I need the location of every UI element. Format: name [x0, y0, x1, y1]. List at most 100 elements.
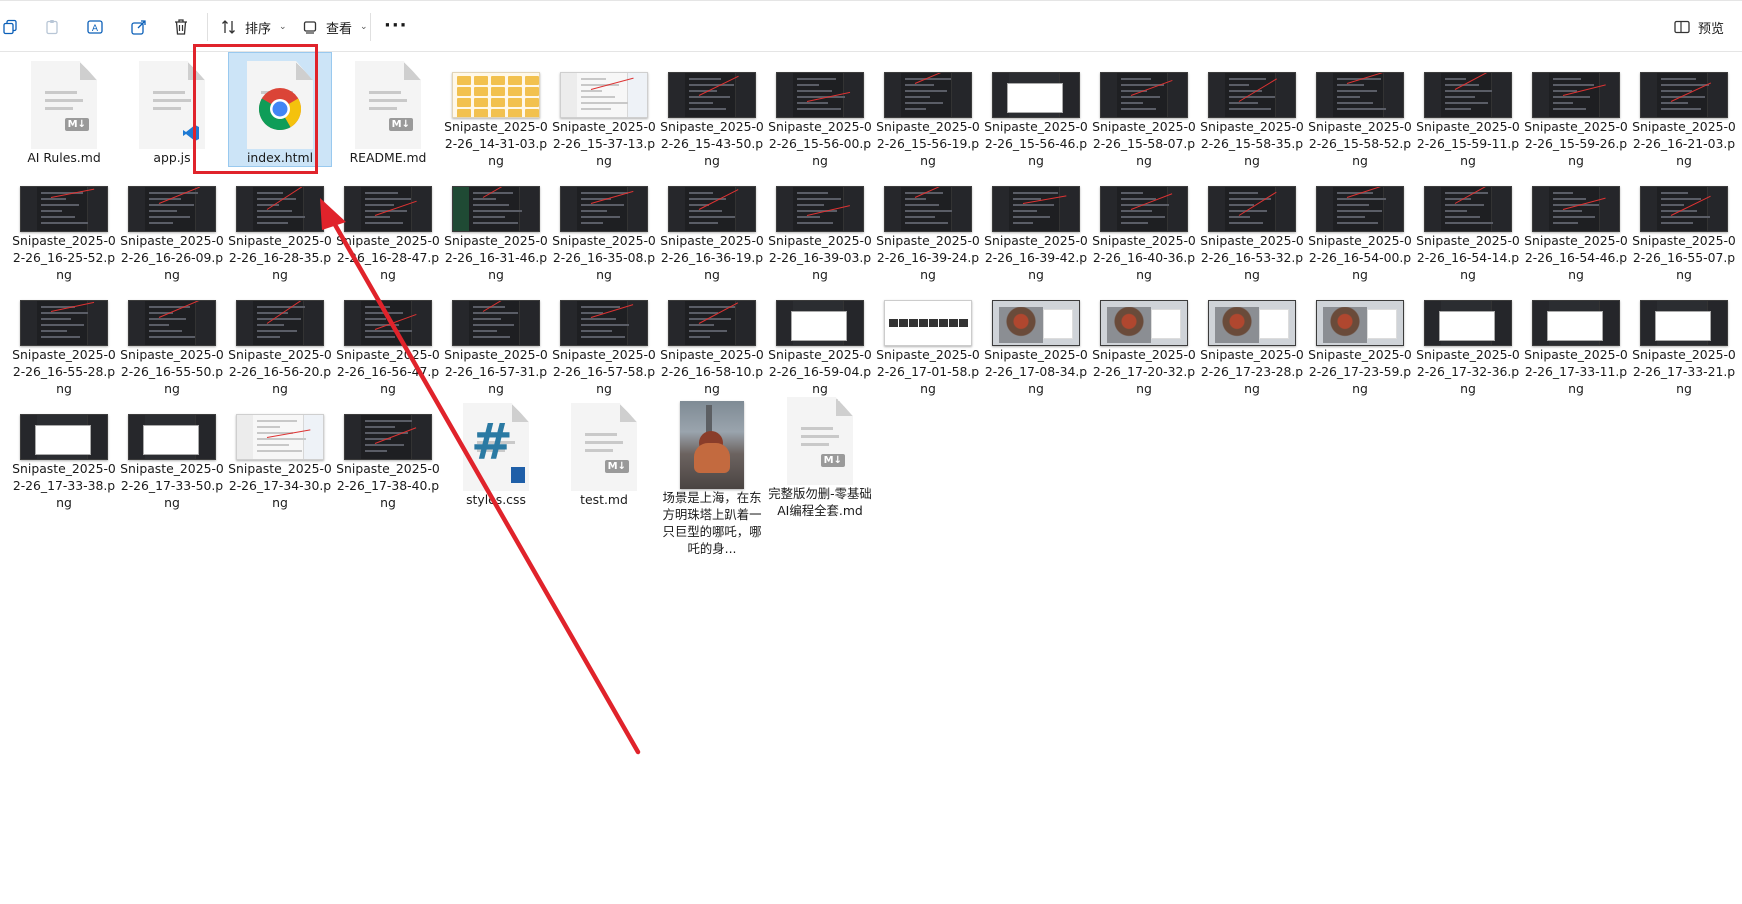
file-item[interactable]: Snipaste_2025-02-26_17-33-50.png [118, 397, 226, 511]
file-item[interactable]: Snipaste_2025-02-26_16-55-28.png [10, 283, 118, 397]
file-name: Snipaste_2025-02-26_17-33-38.png [12, 461, 116, 510]
file-item[interactable]: Snipaste_2025-02-26_16-56-20.png [226, 283, 334, 397]
file-item[interactable]: Snipaste_2025-02-26_16-40-36.png [1090, 169, 1198, 283]
share-icon[interactable] [130, 13, 148, 41]
file-item[interactable]: Snipaste_2025-02-26_15-59-26.png [1522, 55, 1630, 169]
file-item[interactable]: Snipaste_2025-02-26_16-39-42.png [982, 169, 1090, 283]
more-options-button[interactable]: ··· [384, 15, 408, 36]
file-name: Snipaste_2025-02-26_16-55-07.png [1632, 233, 1736, 282]
file-item[interactable]: Snipaste_2025-02-26_16-39-24.png [874, 169, 982, 283]
toolbar-divider [207, 13, 208, 41]
image-thumbnail [1640, 72, 1728, 118]
sort-icon [219, 17, 239, 37]
file-name: Snipaste_2025-02-26_15-58-35.png [1200, 119, 1304, 168]
file-item[interactable]: Snipaste_2025-02-26_15-37-13.png [550, 55, 658, 169]
file-name: Snipaste_2025-02-26_16-54-14.png [1416, 233, 1520, 282]
image-thumbnail [1208, 72, 1296, 118]
rename-icon[interactable]: A [86, 13, 104, 41]
image-thumbnail [20, 414, 108, 460]
file-item[interactable]: Snipaste_2025-02-26_17-23-28.png [1198, 283, 1306, 397]
file-item[interactable]: Snipaste_2025-02-26_15-56-19.png [874, 55, 982, 169]
file-item[interactable]: Snipaste_2025-02-26_17-33-11.png [1522, 283, 1630, 397]
file-item[interactable]: Snipaste_2025-02-26_17-01-58.png [874, 283, 982, 397]
image-thumbnail [236, 414, 324, 460]
file-item[interactable]: Snipaste_2025-02-26_16-56-47.png [334, 283, 442, 397]
file-item[interactable]: Snipaste_2025-02-26_16-54-14.png [1414, 169, 1522, 283]
image-thumbnail [128, 414, 216, 460]
image-thumbnail [344, 414, 432, 460]
vscode-file-icon [139, 61, 205, 149]
file-name: Snipaste_2025-02-26_15-56-46.png [984, 119, 1088, 168]
file-item[interactable]: 场景是上海，在东方明珠塔上趴着一只巨型的哪吒，哪吒的身... [658, 397, 766, 557]
file-item[interactable]: Snipaste_2025-02-26_16-55-50.png [118, 283, 226, 397]
markdown-file-icon: M↓ [787, 397, 853, 485]
file-item[interactable]: M↓ AI Rules.md [10, 55, 118, 169]
file-item[interactable]: Snipaste_2025-02-26_16-54-46.png [1522, 169, 1630, 283]
image-thumbnail [884, 300, 972, 346]
file-item[interactable]: M↓ 完整版勿删-零基础AI编程全套.md [766, 397, 874, 518]
file-item[interactable]: Snipaste_2025-02-26_16-59-04.png [766, 283, 874, 397]
file-name: Snipaste_2025-02-26_16-57-58.png [552, 347, 656, 396]
file-item[interactable]: Snipaste_2025-02-26_15-56-46.png [982, 55, 1090, 169]
file-name: 完整版勿删-零基础AI编程全套.md [768, 486, 872, 518]
file-name: Snipaste_2025-02-26_16-36-19.png [660, 233, 764, 282]
sort-label: 排序 [245, 21, 272, 37]
file-item[interactable]: index.html [226, 52, 334, 169]
file-item[interactable]: Snipaste_2025-02-26_15-59-11.png [1414, 55, 1522, 169]
file-item[interactable]: Snipaste_2025-02-26_16-31-46.png [442, 169, 550, 283]
image-thumbnail [1424, 186, 1512, 232]
paste-icon[interactable] [44, 13, 60, 41]
file-item[interactable]: Snipaste_2025-02-26_17-38-40.png [334, 397, 442, 511]
file-item[interactable]: Snipaste_2025-02-26_16-36-19.png [658, 169, 766, 283]
file-item[interactable]: Snipaste_2025-02-26_15-58-35.png [1198, 55, 1306, 169]
file-item[interactable]: Snipaste_2025-02-26_15-43-50.png [658, 55, 766, 169]
file-item[interactable]: Snipaste_2025-02-26_17-20-32.png [1090, 283, 1198, 397]
file-name: Snipaste_2025-02-26_17-32-36.png [1416, 347, 1520, 396]
view-button[interactable]: 查看 ⌄ [300, 13, 368, 41]
file-item[interactable]: Snipaste_2025-02-26_16-26-09.png [118, 169, 226, 283]
file-item[interactable]: Snipaste_2025-02-26_15-58-52.png [1306, 55, 1414, 169]
file-item[interactable]: Snipaste_2025-02-26_16-54-00.png [1306, 169, 1414, 283]
file-item[interactable]: M↓ README.md [334, 55, 442, 169]
file-item[interactable]: Snipaste_2025-02-26_16-53-32.png [1198, 169, 1306, 283]
file-item[interactable]: Snipaste_2025-02-26_16-21-03.png [1630, 55, 1738, 169]
file-name: Snipaste_2025-02-26_15-37-13.png [552, 119, 656, 168]
file-name: index.html [246, 150, 314, 165]
file-item[interactable]: Snipaste_2025-02-26_15-58-07.png [1090, 55, 1198, 169]
file-item[interactable]: Snipaste_2025-02-26_14-31-03.png [442, 55, 550, 169]
preview-button[interactable]: 预览 [1672, 13, 1724, 41]
file-item[interactable]: Snipaste_2025-02-26_16-25-52.png [10, 169, 118, 283]
file-name: README.md [349, 150, 427, 165]
file-item[interactable]: Snipaste_2025-02-26_16-57-31.png [442, 283, 550, 397]
delete-icon[interactable] [173, 13, 189, 41]
file-item[interactable]: Snipaste_2025-02-26_17-08-34.png [982, 283, 1090, 397]
file-item[interactable]: Snipaste_2025-02-26_16-35-08.png [550, 169, 658, 283]
file-name: Snipaste_2025-02-26_17-38-40.png [336, 461, 440, 510]
file-item[interactable]: Snipaste_2025-02-26_17-33-21.png [1630, 283, 1738, 397]
sort-button[interactable]: 排序 ⌄ [219, 13, 287, 41]
file-item[interactable]: Snipaste_2025-02-26_17-23-59.png [1306, 283, 1414, 397]
file-item[interactable]: Snipaste_2025-02-26_16-28-35.png [226, 169, 334, 283]
file-item[interactable]: app.js [118, 55, 226, 169]
command-bar: A 排序 ⌄ 查看 ⌄ ··· 预览 [0, 0, 1742, 52]
file-item[interactable]: M↓ test.md [550, 397, 658, 511]
image-thumbnail [20, 186, 108, 232]
file-item[interactable]: Snipaste_2025-02-26_16-58-10.png [658, 283, 766, 397]
file-item[interactable]: Snipaste_2025-02-26_15-56-00.png [766, 55, 874, 169]
file-item[interactable]: Snipaste_2025-02-26_16-55-07.png [1630, 169, 1738, 283]
file-item[interactable]: Snipaste_2025-02-26_16-39-03.png [766, 169, 874, 283]
file-item[interactable]: # styles.css [442, 397, 550, 511]
file-name: Snipaste_2025-02-26_16-28-35.png [228, 233, 332, 282]
file-item[interactable]: Snipaste_2025-02-26_16-28-47.png [334, 169, 442, 283]
image-thumbnail [128, 300, 216, 346]
file-name: Snipaste_2025-02-26_17-01-58.png [876, 347, 980, 396]
copy-icon[interactable] [2, 13, 18, 41]
file-item[interactable]: Snipaste_2025-02-26_17-33-38.png [10, 397, 118, 511]
file-item[interactable]: Snipaste_2025-02-26_17-32-36.png [1414, 283, 1522, 397]
file-item[interactable]: Snipaste_2025-02-26_16-57-58.png [550, 283, 658, 397]
file-name: Snipaste_2025-02-26_16-55-50.png [120, 347, 224, 396]
file-name: Snipaste_2025-02-26_15-43-50.png [660, 119, 764, 168]
file-name: Snipaste_2025-02-26_16-54-00.png [1308, 233, 1412, 282]
file-item[interactable]: Snipaste_2025-02-26_17-34-30.png [226, 397, 334, 511]
file-name: Snipaste_2025-02-26_15-58-07.png [1092, 119, 1196, 168]
